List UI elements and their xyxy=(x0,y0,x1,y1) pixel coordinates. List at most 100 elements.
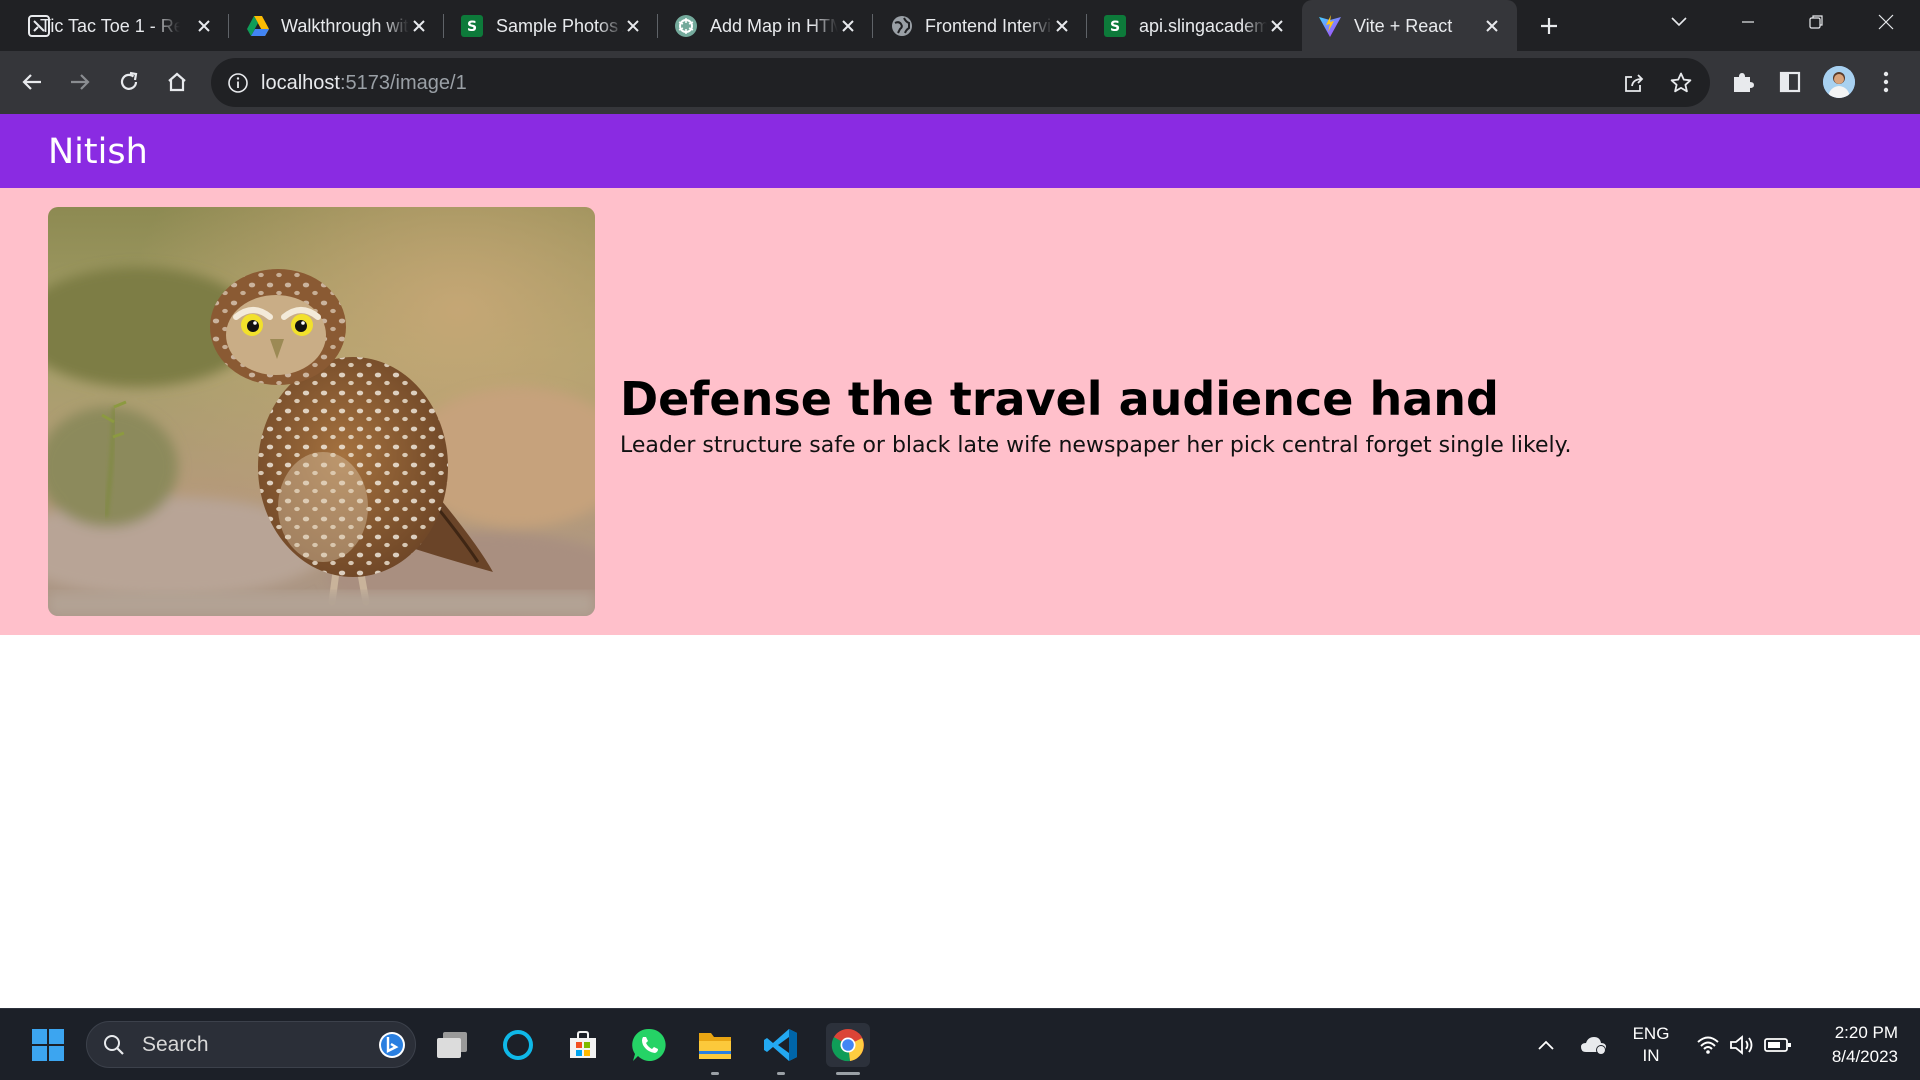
battery-icon xyxy=(1764,1038,1791,1052)
close-icon[interactable] xyxy=(1049,13,1075,39)
chevron-up-icon xyxy=(1538,1040,1554,1050)
chrome-icon xyxy=(831,1029,864,1062)
battery-button[interactable] xyxy=(1762,1029,1794,1061)
system-clock[interactable]: 2:20 PM 8/4/2023 xyxy=(1808,1021,1898,1069)
close-icon[interactable] xyxy=(191,13,217,39)
tab-vite-react[interactable]: Vite + React xyxy=(1302,0,1517,51)
tab-title: Sample Photos API xyxy=(496,16,624,36)
onedrive-button[interactable] xyxy=(1578,1029,1610,1061)
windows-start-icon xyxy=(32,1029,64,1061)
tab-sample-photos[interactable]: S Sample Photos API xyxy=(444,0,658,51)
page-viewport: Nitish Defense the travel audience hand … xyxy=(0,114,1920,1008)
url-path: :5173/image/1 xyxy=(339,72,467,94)
vscode-button[interactable] xyxy=(759,1023,803,1075)
owl-image xyxy=(48,207,595,616)
chevron-down-icon xyxy=(1671,17,1687,27)
arrow-left-icon xyxy=(22,74,41,90)
side-panel-icon xyxy=(1779,71,1801,93)
browser-toolbar: localhost:5173/image/1 xyxy=(0,51,1920,114)
wifi-button[interactable] xyxy=(1692,1029,1724,1061)
start-button[interactable] xyxy=(26,1023,70,1067)
tab-title: Frontend Interview xyxy=(925,16,1053,36)
url-text[interactable]: localhost:5173/image/1 xyxy=(261,70,467,96)
svg-text:S: S xyxy=(1110,19,1120,35)
taskbar-search[interactable]: Search xyxy=(86,1021,416,1068)
task-view-icon xyxy=(437,1032,467,1058)
whatsapp-button[interactable] xyxy=(627,1023,671,1067)
chatgpt-icon xyxy=(674,14,698,38)
search-icon xyxy=(101,1032,127,1058)
cortana-button[interactable] xyxy=(496,1023,540,1067)
home-icon xyxy=(168,72,186,92)
wifi-icon xyxy=(1697,1036,1719,1054)
url-host: localhost xyxy=(261,72,340,94)
tab-title: Add Map in HTML xyxy=(710,16,838,36)
file-explorer-button[interactable] xyxy=(693,1023,737,1075)
windows-taskbar: Search ENG IN 2:20 PM 8/4/2023 xyxy=(0,1008,1920,1080)
new-tab-button[interactable] xyxy=(1533,12,1565,40)
cortana-icon xyxy=(503,1030,533,1060)
close-icon[interactable] xyxy=(1264,13,1290,39)
close-icon[interactable] xyxy=(835,13,861,39)
task-view-button[interactable] xyxy=(430,1023,474,1067)
volume-icon xyxy=(1730,1035,1753,1055)
tab-frontend-interview[interactable]: Frontend Interview xyxy=(873,0,1087,51)
tab-walkthrough[interactable]: Walkthrough with code xyxy=(229,0,444,51)
chrome-button[interactable] xyxy=(826,1023,870,1075)
close-icon[interactable] xyxy=(406,13,432,39)
address-bar[interactable]: localhost:5173/image/1 xyxy=(211,58,1710,107)
minimize-icon xyxy=(1742,21,1754,23)
google-drive-icon xyxy=(246,14,270,38)
running-indicator xyxy=(711,1072,719,1075)
minimize-button[interactable] xyxy=(1720,0,1776,44)
tab-title: Walkthrough with code xyxy=(281,16,409,36)
close-icon[interactable] xyxy=(1479,13,1505,39)
tab-replit[interactable]: Tic Tac Toe 1 - Replit xyxy=(0,0,229,51)
slingacademy-icon: S xyxy=(460,14,484,38)
onedrive-icon xyxy=(1581,1037,1606,1055)
tab-strip: Tic Tac Toe 1 - Replit Walkthrough with … xyxy=(0,0,1920,51)
bookmark-star-icon[interactable] xyxy=(1667,69,1695,97)
reload-icon xyxy=(120,71,138,90)
avatar[interactable] xyxy=(1823,66,1855,98)
close-icon[interactable] xyxy=(620,13,646,39)
share-icon[interactable] xyxy=(1620,69,1648,97)
side-panel-button[interactable] xyxy=(1772,64,1808,100)
close-icon xyxy=(1878,14,1894,30)
menu-button[interactable] xyxy=(1868,64,1904,100)
tab-search-button[interactable] xyxy=(1651,0,1707,44)
tab-add-map[interactable]: Add Map in HTML xyxy=(658,0,873,51)
image-card: Defense the travel audience hand Leader … xyxy=(0,188,1920,635)
restore-button[interactable] xyxy=(1788,0,1844,44)
tab-title: api.slingacademy.com xyxy=(1139,16,1267,36)
bing-icon[interactable] xyxy=(377,1030,407,1060)
brand-name[interactable]: Nitish xyxy=(48,132,148,172)
puzzle-icon xyxy=(1734,73,1754,92)
slingacademy-icon: S xyxy=(1103,14,1127,38)
reload-button[interactable] xyxy=(111,64,147,100)
more-vertical-icon xyxy=(1883,71,1889,93)
clock-time: 2:20 PM xyxy=(1834,1023,1898,1042)
volume-button[interactable] xyxy=(1726,1029,1758,1061)
forward-button[interactable] xyxy=(62,64,98,100)
info-icon[interactable] xyxy=(225,70,251,96)
show-hidden-icons-button[interactable] xyxy=(1530,1029,1562,1061)
restore-icon xyxy=(1809,15,1823,29)
tab-title: Vite + React xyxy=(1354,16,1453,36)
extensions-button[interactable] xyxy=(1724,64,1760,100)
svg-text:S: S xyxy=(467,19,477,35)
tab-api-slingacademy[interactable]: S api.slingacademy.com xyxy=(1087,0,1302,51)
microsoft-store-button[interactable] xyxy=(561,1023,605,1067)
language-code: ENG xyxy=(1632,1024,1670,1043)
back-button[interactable] xyxy=(14,64,50,100)
microsoft-store-icon xyxy=(570,1031,596,1058)
file-explorer-icon xyxy=(699,1033,731,1059)
close-window-button[interactable] xyxy=(1858,0,1914,44)
vscode-icon xyxy=(764,1029,797,1061)
card-description: Leader structure safe or black late wife… xyxy=(620,433,1572,458)
language-indicator[interactable]: ENG IN xyxy=(1628,1023,1674,1067)
home-button[interactable] xyxy=(159,64,195,100)
clock-date: 8/4/2023 xyxy=(1831,1047,1898,1066)
vite-icon xyxy=(1318,14,1342,38)
site-navbar: Nitish xyxy=(0,114,1920,188)
